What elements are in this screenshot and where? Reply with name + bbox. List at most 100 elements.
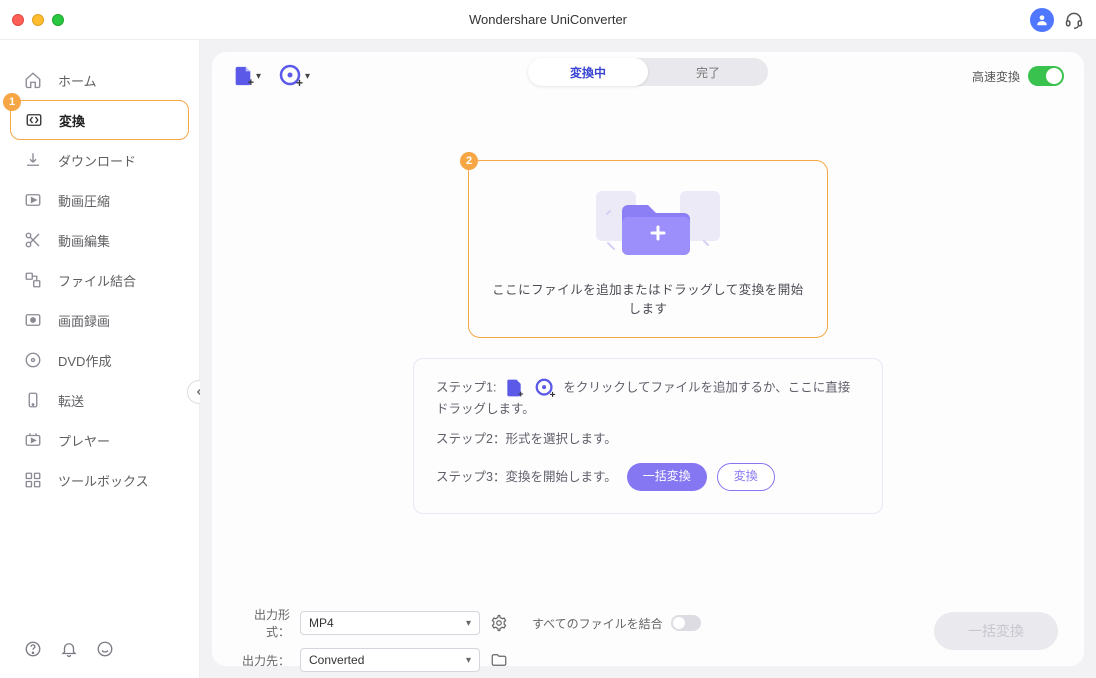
output-format-value: MP4 [309, 616, 334, 630]
settings-gear-icon[interactable] [490, 614, 508, 632]
sidebar-item-home[interactable]: ホーム [0, 60, 199, 100]
help-icon[interactable] [24, 640, 42, 658]
sidebar-item-compress[interactable]: 動画圧縮 [0, 180, 199, 220]
disc-icon [24, 351, 42, 369]
sidebar-item-label: 動画圧縮 [58, 191, 110, 210]
folder-plus-icon [588, 181, 708, 261]
convert-button[interactable]: 変換 [717, 463, 775, 491]
step1-prefix: ステップ1: [436, 380, 496, 394]
svg-text:+: + [550, 390, 556, 399]
record-icon [24, 311, 42, 329]
file-plus-icon: + [504, 378, 524, 398]
main-card: + ▾ + ▾ 変換中 完了 高速変換 2 [212, 52, 1084, 666]
bell-icon[interactable] [60, 640, 78, 658]
step-badge-1: 1 [3, 93, 21, 111]
sidebar-item-label: 変換 [59, 111, 85, 130]
output-dest-row: 出力先： Converted ▾ [238, 648, 1058, 672]
sidebar-item-label: 動画編集 [58, 231, 110, 250]
sidebar-item-label: ダウンロード [58, 151, 136, 170]
tab-converting[interactable]: 変換中 [528, 58, 648, 86]
toolbar-right: 高速変換 [972, 66, 1064, 86]
home-icon [24, 71, 42, 89]
chevron-down-icon: ▾ [305, 71, 310, 82]
file-dropzone[interactable]: 2 ここにファイルを追加またはドラッグして変換を開始します [468, 160, 828, 338]
sidebar-item-merge[interactable]: ファイル結合 [0, 260, 199, 300]
step1-icons: + + [504, 377, 556, 399]
step1-suffix: をクリックしてファイルを追加するか、ここに直接ドラッグします。 [436, 380, 850, 416]
file-plus-icon: + [232, 65, 254, 87]
add-file-button[interactable]: + ▾ [232, 65, 261, 87]
sidebar-list: ホーム 1 変換 ダウンロード 動画圧縮 動画編集 ファイル結合 [0, 60, 199, 640]
chevron-down-icon: ▾ [466, 655, 471, 666]
open-folder-icon[interactable] [490, 651, 508, 669]
scissors-icon [24, 231, 42, 249]
output-dest-select[interactable]: Converted ▾ [300, 648, 480, 672]
disc-plus-icon: + [534, 377, 556, 399]
toolbar: + ▾ + ▾ 変換中 完了 高速変換 [212, 52, 1084, 100]
download-icon [24, 151, 42, 169]
compress-icon [24, 191, 42, 209]
main-area: + ▾ + ▾ 変換中 完了 高速変換 2 [200, 40, 1096, 678]
sidebar-item-label: ファイル結合 [58, 271, 136, 290]
dropzone-text: ここにファイルを追加またはドラッグして変換を開始します [489, 279, 807, 317]
merge-toggle-block: すべてのファイルを結合 [532, 615, 701, 632]
account-icon[interactable] [1030, 8, 1054, 32]
batch-convert-disabled-button: 一括変換 [934, 612, 1058, 650]
sidebar-item-label: ホーム [58, 71, 97, 90]
status-tabs: 変換中 完了 [528, 58, 768, 86]
disc-plus-icon: + [279, 64, 303, 88]
output-format-select[interactable]: MP4 ▾ [300, 611, 480, 635]
content-area: 2 ここにファイルを追加またはドラッグして変換を開始します [212, 100, 1084, 598]
grid-icon [24, 471, 42, 489]
footer-bar: 出力形式： MP4 ▾ すべてのファイルを結合 出力先： Converted [212, 598, 1084, 666]
sidebar-footer [0, 640, 199, 678]
sidebar-item-label: プレヤー [58, 431, 110, 450]
maximize-window-icon[interactable] [52, 14, 64, 26]
step-3: ステップ3：変換を開始します。 一括変換 変換 [436, 463, 860, 491]
minimize-window-icon[interactable] [32, 14, 44, 26]
app-title: Wondershare UniConverter [469, 12, 627, 27]
svg-text:+: + [518, 389, 523, 398]
step3-text: ステップ3：変換を開始します。 [436, 467, 617, 487]
transfer-icon [24, 391, 42, 409]
output-dest-value: Converted [309, 653, 364, 667]
player-icon [24, 431, 42, 449]
steps-panel: ステップ1: + + をクリックしてファイルを追加するか、ここに直接ドラッグしま… [413, 358, 883, 514]
sidebar-item-convert[interactable]: 1 変換 [10, 100, 189, 140]
high-speed-label: 高速変換 [972, 68, 1020, 85]
sidebar-item-label: DVD作成 [58, 351, 111, 370]
merge-toggle[interactable] [671, 615, 701, 631]
sidebar-item-label: 画面録画 [58, 311, 110, 330]
chevron-down-icon: ▾ [256, 71, 261, 82]
step-1: ステップ1: + + をクリックしてファイルを追加するか、ここに直接ドラッグしま… [436, 377, 860, 419]
sidebar-item-transfer[interactable]: 転送 [0, 380, 199, 420]
batch-convert-button[interactable]: 一括変換 [627, 463, 707, 491]
svg-text:+: + [296, 76, 303, 88]
feedback-icon[interactable] [96, 640, 114, 658]
sidebar-item-player[interactable]: プレヤー [0, 420, 199, 460]
output-format-label: 出力形式： [238, 606, 290, 640]
step-2: ステップ2：形式を選択します。 [436, 429, 860, 449]
svg-text:+: + [248, 77, 254, 87]
titlebar-right [1030, 8, 1084, 32]
sidebar-item-label: ツールボックス [58, 471, 149, 490]
sidebar-item-dvd[interactable]: DVD作成 [0, 340, 199, 380]
sidebar-item-download[interactable]: ダウンロード [0, 140, 199, 180]
sidebar-item-record[interactable]: 画面録画 [0, 300, 199, 340]
tab-done[interactable]: 完了 [648, 58, 768, 86]
convert-icon [25, 111, 43, 129]
window-controls [12, 14, 64, 26]
titlebar: Wondershare UniConverter [0, 0, 1096, 40]
merge-label: すべてのファイルを結合 [532, 615, 663, 632]
high-speed-toggle[interactable] [1028, 66, 1064, 86]
chevron-down-icon: ▾ [466, 618, 471, 629]
support-icon[interactable] [1064, 10, 1084, 30]
output-dest-label: 出力先： [238, 652, 290, 669]
close-window-icon[interactable] [12, 14, 24, 26]
sidebar-item-edit[interactable]: 動画編集 [0, 220, 199, 260]
add-disc-button[interactable]: + ▾ [279, 64, 310, 88]
sidebar-item-label: 転送 [58, 391, 84, 410]
sidebar: ホーム 1 変換 ダウンロード 動画圧縮 動画編集 ファイル結合 [0, 40, 200, 678]
sidebar-item-toolbox[interactable]: ツールボックス [0, 460, 199, 500]
merge-icon [24, 271, 42, 289]
